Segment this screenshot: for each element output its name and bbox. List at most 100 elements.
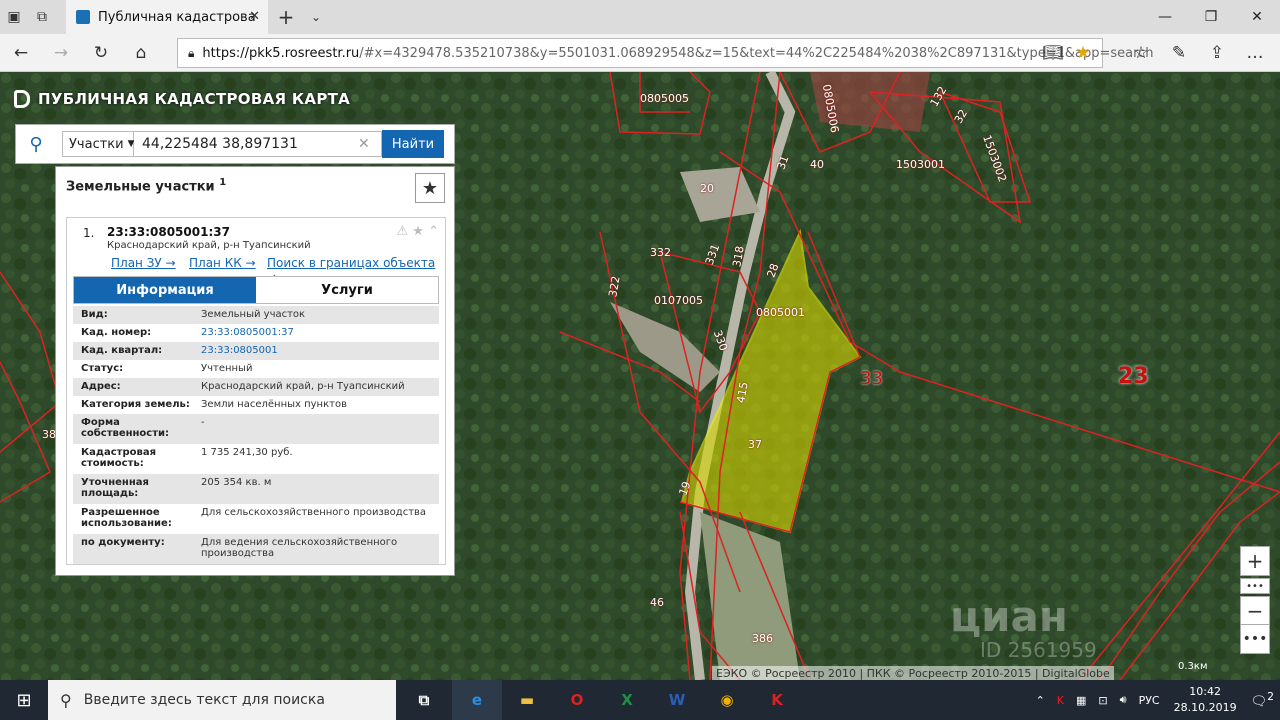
search-type-select[interactable]: Участки ▼ xyxy=(62,131,135,157)
map-label: 37 xyxy=(748,438,762,451)
result-count: 1 xyxy=(219,177,227,188)
reading-view-icon[interactable]: 📖︎ xyxy=(1040,40,1066,66)
browser-tab[interactable]: Публичная кадастрова ✕ xyxy=(66,0,268,34)
info-value[interactable]: 23:33:0805001:37 xyxy=(201,327,431,339)
excel-icon[interactable]: X xyxy=(602,680,652,720)
tab-actions-icon[interactable]: ▣ xyxy=(0,0,28,34)
kaspersky-icon[interactable]: K xyxy=(752,680,802,720)
info-row: Адрес: Краснодарский край, р-н Туапсински… xyxy=(73,378,439,396)
close-tab-icon[interactable]: ✕ xyxy=(249,9,260,24)
card-icons: ⚠ ★ ⌃ xyxy=(397,224,440,239)
info-row: Разрешенное использование: Для сельскохоз… xyxy=(73,504,439,534)
clear-icon[interactable]: ✕ xyxy=(358,136,374,152)
browser-window: ▣ ⧉ Публичная кадастрова ✕ + ⌄ — ❐ ✕ ← →… xyxy=(0,0,1280,720)
info-value: Земельный участок xyxy=(201,309,306,320)
info-row: Кадастровая стоимость: 1 735 241,30 руб. xyxy=(73,444,439,474)
new-tab-button[interactable]: + xyxy=(274,0,298,34)
zoom-in-button[interactable]: + xyxy=(1240,546,1270,576)
address-bar[interactable]: 🔒︎ https://pkk5.rosreestr.ru/#x=4329478.… xyxy=(177,38,1154,68)
task-view-icon[interactable]: ⧉ xyxy=(396,680,452,720)
tab-information[interactable]: Информация xyxy=(74,277,256,303)
info-table: Вид: Земельный участок Кад. номер: 23:33:0… xyxy=(73,306,439,564)
star-icon[interactable]: ★ xyxy=(412,224,424,239)
watermark-id: ID 2561959 xyxy=(980,638,1097,662)
more-tools-button[interactable]: ••• xyxy=(1240,624,1270,654)
bookmark-star-button[interactable]: ★ xyxy=(415,173,445,203)
info-row: по документу: Для ведения сельскохозяйств… xyxy=(73,534,439,564)
url-rest: /#x=4329478.535210738&y=5501031.06892954… xyxy=(359,45,1154,61)
favorites-hub-icon[interactable]: ☆ xyxy=(1128,40,1154,66)
info-key: Категория земель: xyxy=(81,399,190,410)
notification-count: 2 xyxy=(1267,690,1274,704)
home-button[interactable]: ⌂ xyxy=(128,40,154,66)
file-explorer-icon[interactable]: ▬ xyxy=(502,680,552,720)
map-canvas[interactable]: 0805005 0805006 1503001 1503002 0107005 … xyxy=(0,72,1280,680)
system-tray: ⌃ K ▦ ⊡ 🔊︎ РУС 10:42 28.10.2019 🗨︎2 xyxy=(1030,680,1280,720)
more-icon[interactable]: … xyxy=(1242,40,1268,66)
search-type-label: Участки xyxy=(69,136,124,152)
opera-icon[interactable]: O xyxy=(552,680,602,720)
chrome-icon[interactable]: ◉ xyxy=(702,680,752,720)
edge-icon[interactable]: e xyxy=(452,680,502,720)
tab-bar: ▣ ⧉ Публичная кадастрова ✕ + ⌄ — ❐ ✕ xyxy=(0,0,1280,34)
chevron-down-icon[interactable]: ⌄ xyxy=(304,0,328,34)
clock-time: 10:42 xyxy=(1189,685,1221,698)
tray-chevron-icon[interactable]: ⌃ xyxy=(1030,694,1051,707)
info-tabs: Информация Услуги xyxy=(73,276,439,304)
maximize-button[interactable]: ❐ xyxy=(1188,0,1234,34)
refresh-button[interactable]: ↻ xyxy=(88,40,114,66)
window-controls: — ❐ ✕ xyxy=(1142,0,1280,34)
info-row: Кад. номер: 23:33:0805001:37 xyxy=(73,324,439,342)
share-icon[interactable]: ⇪ xyxy=(1204,40,1230,66)
map-label: 40 xyxy=(810,158,824,171)
close-window-button[interactable]: ✕ xyxy=(1234,0,1280,34)
map-label: 23 xyxy=(1118,364,1149,389)
info-key: Статус: xyxy=(81,363,124,374)
windows-start-icon[interactable]: ⊞ xyxy=(0,680,48,720)
forward-button[interactable]: → xyxy=(48,40,74,66)
tray-network-icon[interactable]: ⊡ xyxy=(1092,694,1113,707)
back-button[interactable]: ← xyxy=(8,40,34,66)
clock[interactable]: 10:42 28.10.2019 xyxy=(1166,684,1245,716)
info-value[interactable]: 23:33:0805001 xyxy=(201,345,431,357)
language-indicator[interactable]: РУС xyxy=(1133,694,1166,707)
plan-zu-link[interactable]: План ЗУ → xyxy=(111,256,176,270)
tab-title: Публичная кадастрова xyxy=(98,9,256,25)
tray-app-icon[interactable]: ▦ xyxy=(1070,694,1092,707)
collapse-icon[interactable]: ⌃ xyxy=(428,224,439,239)
cadastral-number[interactable]: 23:33:0805001:37 xyxy=(107,225,230,239)
warning-icon[interactable]: ⚠ xyxy=(397,224,409,239)
tray-kaspersky-icon[interactable]: K xyxy=(1051,694,1070,707)
plan-kk-link[interactable]: План КК → xyxy=(189,256,256,270)
tab-preview-icon[interactable]: ⧉ xyxy=(28,0,56,34)
search-bar: ⚲ Участки ▼ ✕ Найти xyxy=(15,124,455,164)
minimize-button[interactable]: — xyxy=(1142,0,1188,34)
info-value: Для сельскохозяйственного производства xyxy=(201,507,427,518)
search-input[interactable] xyxy=(134,131,382,157)
zoom-out-button[interactable]: − xyxy=(1240,596,1270,626)
info-value: Земли населённых пунктов xyxy=(201,399,347,410)
search-icon[interactable]: ⚲ xyxy=(16,125,56,163)
info-row: Категория земель: Земли населённых пункто… xyxy=(73,396,439,414)
tray-volume-icon[interactable]: 🔊︎ xyxy=(1114,693,1133,707)
info-value: 1 735 241,30 руб. xyxy=(201,447,293,458)
pen-icon[interactable]: ✎ xyxy=(1166,40,1192,66)
notifications-icon[interactable]: 🗨︎2 xyxy=(1245,690,1280,709)
url-host: https://pkk5.rosreestr.ru xyxy=(202,45,360,61)
map-label: 20 xyxy=(700,182,714,195)
info-key: по документу: xyxy=(81,537,165,548)
info-value: 205 354 кв. м xyxy=(201,477,272,488)
taskbar-search[interactable]: ⚲ Введите здесь текст для поиска xyxy=(48,680,396,720)
panel-title-text: Земельные участки xyxy=(66,179,215,195)
info-key: Вид: xyxy=(81,309,108,320)
info-row: Уточненная площадь: 205 354 кв. м xyxy=(73,474,439,504)
word-icon[interactable]: W xyxy=(652,680,702,720)
info-key: Кад. квартал: xyxy=(81,345,163,356)
favorite-star-icon[interactable]: ★ xyxy=(1070,40,1096,66)
find-button[interactable]: Найти xyxy=(382,130,444,158)
tab-services[interactable]: Услуги xyxy=(256,277,438,303)
info-key: Форма собственности: xyxy=(81,417,170,439)
taskbar: ⊞ ⚲ Введите здесь текст для поиска ⧉ e ▬… xyxy=(0,680,1280,720)
map-label: 332 xyxy=(650,246,671,259)
map-label: 46 xyxy=(650,596,664,609)
